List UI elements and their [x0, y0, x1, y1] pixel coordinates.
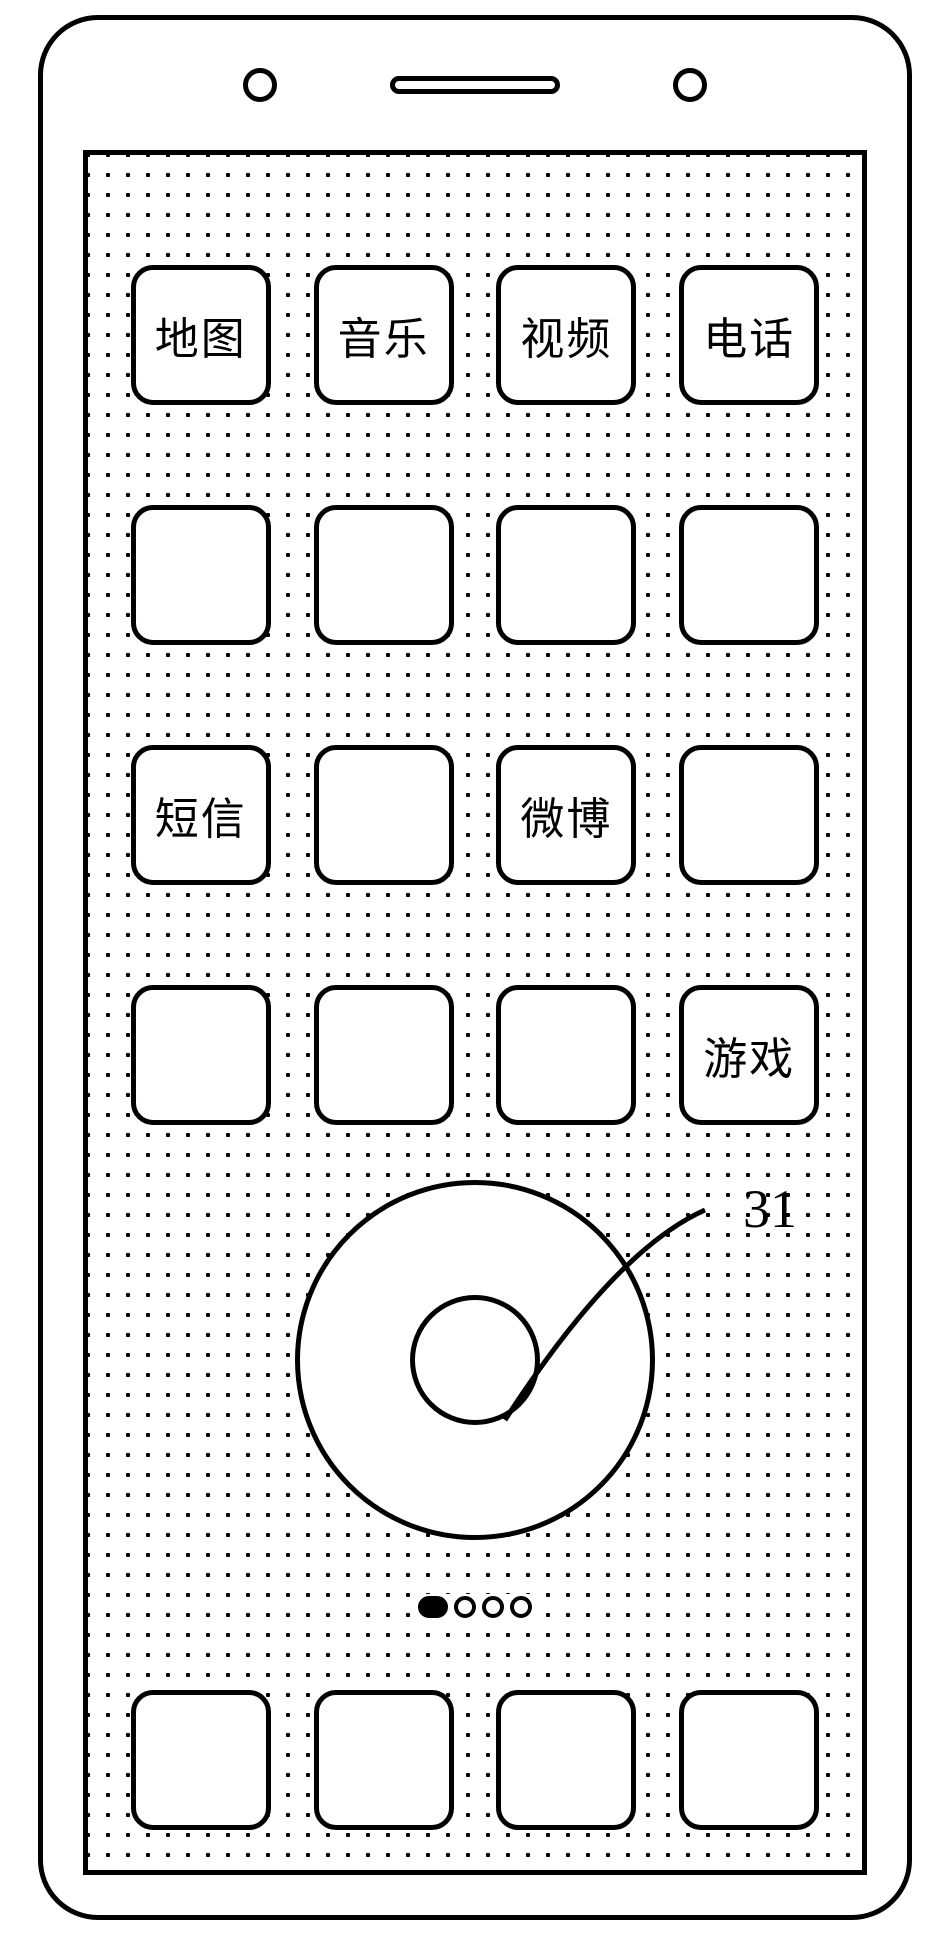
app-icon[interactable] [314, 985, 454, 1125]
dock-app[interactable] [679, 1690, 819, 1830]
app-label: 视频 [520, 303, 612, 367]
app-icon[interactable] [131, 985, 271, 1125]
phone-frame: 地图 音乐 视频 电话 短信 微博 游戏 31 [38, 15, 912, 1920]
callout-number-31: 31 [743, 1178, 797, 1240]
app-icon[interactable] [314, 745, 454, 885]
page-indicator[interactable] [414, 1594, 536, 1620]
dock-app[interactable] [496, 1690, 636, 1830]
app-label: 地图 [155, 303, 247, 367]
app-label: 音乐 [338, 303, 430, 367]
app-label: 短信 [155, 783, 247, 847]
page-dot-active-icon [418, 1596, 448, 1618]
app-icon[interactable] [679, 745, 819, 885]
front-camera-right-icon [673, 68, 707, 102]
dock [88, 1690, 862, 1830]
app-weibo[interactable]: 微博 [496, 745, 636, 885]
page-dot-icon [482, 1596, 504, 1618]
app-music[interactable]: 音乐 [314, 265, 454, 405]
app-icon[interactable] [496, 505, 636, 645]
dock-app[interactable] [314, 1690, 454, 1830]
app-label: 微博 [520, 783, 612, 847]
app-label: 游戏 [703, 1023, 795, 1087]
app-maps[interactable]: 地图 [131, 265, 271, 405]
app-icon[interactable] [679, 505, 819, 645]
dock-app[interactable] [131, 1690, 271, 1830]
phone-screen[interactable]: 地图 音乐 视频 电话 短信 微博 游戏 31 [83, 150, 867, 1875]
app-game[interactable]: 游戏 [679, 985, 819, 1125]
app-sms[interactable]: 短信 [131, 745, 271, 885]
earpiece-speaker-icon [390, 76, 560, 94]
app-phone[interactable]: 电话 [679, 265, 819, 405]
app-icon[interactable] [131, 505, 271, 645]
app-icon[interactable] [314, 505, 454, 645]
app-label: 电话 [703, 303, 795, 367]
front-camera-left-icon [243, 68, 277, 102]
sensor-bar [43, 20, 907, 150]
page-dot-icon [454, 1596, 476, 1618]
ring-dial-center-icon [410, 1295, 540, 1425]
app-grid: 地图 音乐 视频 电话 短信 微博 游戏 [88, 265, 862, 1125]
ring-dial-control[interactable] [295, 1180, 655, 1540]
page-dot-icon [510, 1596, 532, 1618]
app-icon[interactable] [496, 985, 636, 1125]
app-video[interactable]: 视频 [496, 265, 636, 405]
